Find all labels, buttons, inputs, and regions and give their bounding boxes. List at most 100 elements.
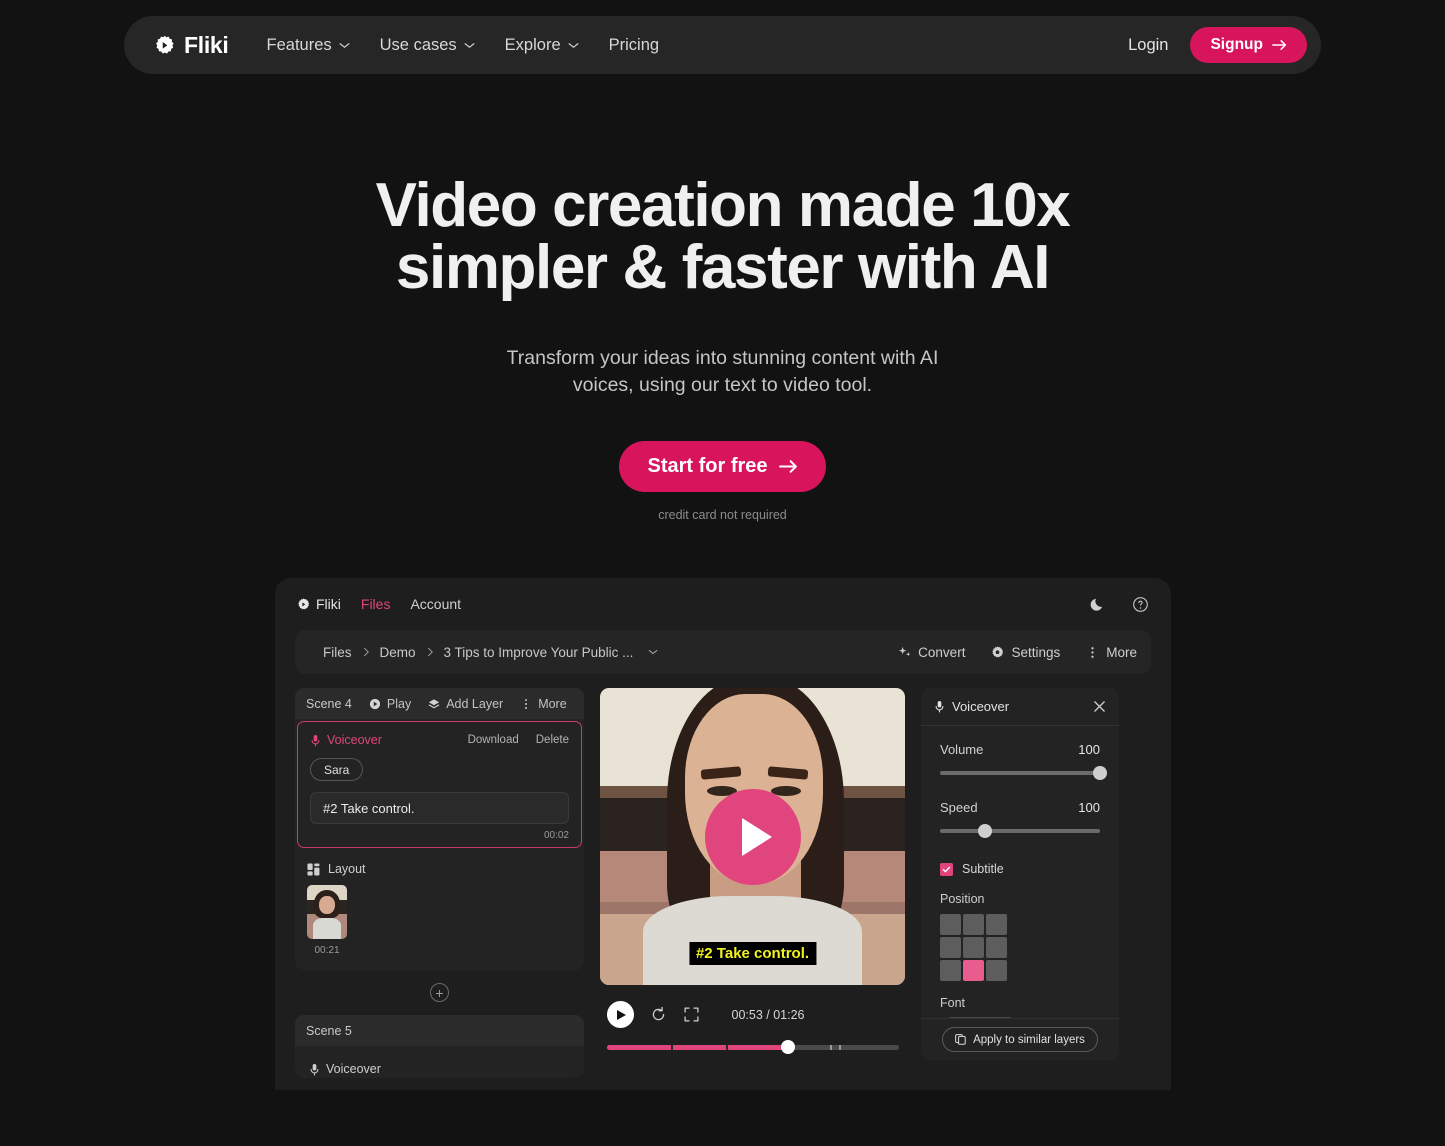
speed-slider-handle[interactable] — [977, 824, 992, 838]
scene-5-voiceover-layer: Voiceover — [297, 1048, 582, 1076]
chevron-down-icon[interactable] — [644, 649, 658, 655]
breadcrumb-item-current[interactable]: 3 Tips to Improve Your Public ... — [444, 645, 634, 660]
scene-4-title: Scene 4 — [306, 696, 352, 711]
subtitle-label: Subtitle — [962, 862, 1004, 876]
speed-value: 100 — [1078, 800, 1100, 815]
hero-title-line2: simpler & faster with AI — [395, 233, 1051, 302]
video-seek-bar[interactable] — [606, 1040, 899, 1054]
seek-handle[interactable] — [780, 1040, 795, 1054]
chevron-down-icon — [464, 42, 475, 49]
position-cell-bottom-left[interactable] — [940, 960, 961, 981]
signup-button[interactable]: Signup — [1190, 27, 1307, 63]
toolbar-actions: Convert Settings More — [898, 645, 1137, 660]
chevron-right-icon — [363, 647, 369, 657]
settings-button[interactable]: Settings — [991, 645, 1060, 660]
breadcrumb-item-demo[interactable]: Demo — [380, 645, 416, 660]
layers-icon — [428, 698, 440, 710]
login-link[interactable]: Login — [1128, 36, 1168, 55]
page-title: Video creation made 10x simpler & faster… — [0, 175, 1445, 299]
tab-account[interactable]: Account — [410, 596, 461, 612]
nav-item-explore[interactable]: Explore — [505, 36, 579, 55]
breadcrumb-item-files[interactable]: Files — [323, 645, 352, 660]
seek-marker — [726, 1045, 729, 1050]
add-layer-button[interactable]: Add Layer — [428, 697, 503, 711]
landing-page: Fliki Features Use cases Explore Pricing… — [0, 0, 1445, 1146]
arrow-right-icon — [778, 459, 798, 474]
more-button[interactable]: More — [1086, 645, 1137, 660]
volume-label: Volume — [940, 742, 984, 757]
subtitle-checkbox[interactable] — [940, 862, 953, 876]
position-cell-top-right[interactable] — [986, 914, 1007, 935]
scene-play-label: Play — [386, 696, 412, 711]
voiceover-delete-button[interactable]: Delete — [536, 734, 569, 746]
cta-note: credit card not required — [658, 508, 787, 523]
play-icon — [617, 1009, 626, 1020]
microphone-icon — [310, 734, 321, 747]
scene-4-header: Scene 4 Play Add Layer More — [295, 688, 584, 719]
apply-to-similar-layers-button[interactable]: Apply to similar layers — [942, 1027, 1098, 1052]
position-cell-middle-center[interactable] — [963, 937, 984, 958]
nav-item-use-cases[interactable]: Use cases — [380, 36, 475, 55]
voiceover-download-button[interactable]: Download — [468, 734, 519, 746]
position-cell-middle-left[interactable] — [940, 937, 961, 958]
add-layer-label: Add Layer — [446, 696, 504, 711]
question-circle-icon[interactable] — [1132, 596, 1149, 613]
plus-circle-icon[interactable]: + — [430, 983, 449, 1002]
player-play-button[interactable] — [606, 1001, 634, 1028]
panel-title: Voiceover — [934, 699, 1009, 714]
app-brand[interactable]: Fliki — [297, 596, 341, 612]
nav-item-pricing[interactable]: Pricing — [609, 36, 659, 55]
hero-title-line1: Video creation made 10x — [375, 171, 1071, 240]
voiceover-actions: Download Delete — [468, 734, 569, 746]
nav-links: Features Use cases Explore Pricing — [267, 36, 660, 55]
start-for-free-button[interactable]: Start for free — [619, 441, 826, 493]
breadcrumb-toolbar: Files Demo 3 Tips to Improve Your Public… — [295, 630, 1151, 674]
scene-play-button[interactable]: Play — [369, 697, 411, 711]
voiceover-layer-title: Voiceover — [310, 733, 382, 747]
app-body: Scene 4 Play Add Layer More Voiceover Do… — [275, 674, 1171, 1078]
video-frame[interactable]: #2 Take control. — [600, 688, 905, 985]
voiceover-label: Voiceover — [327, 733, 382, 747]
position-cell-bottom-center[interactable] — [963, 960, 984, 981]
position-grid — [940, 914, 1100, 981]
seek-marker — [670, 1045, 673, 1050]
video-play-overlay-button[interactable] — [704, 788, 801, 885]
position-cell-middle-right[interactable] — [986, 937, 1007, 958]
fullscreen-icon[interactable] — [683, 1006, 700, 1023]
voiceover-text-input[interactable]: #2 Take control. — [310, 792, 569, 824]
scene-card-4: Scene 4 Play Add Layer More Voiceover Do… — [295, 688, 584, 970]
nav-item-features[interactable]: Features — [267, 36, 350, 55]
panel-header: Voiceover — [921, 688, 1119, 726]
voice-name-chip[interactable]: Sara — [310, 758, 364, 781]
more-label: More — [1106, 644, 1137, 660]
video-preview-panel: #2 Take control. 00:53 / 01:26 — [600, 688, 905, 1078]
nav-actions: Login Signup — [1128, 27, 1307, 63]
brand-logo-link[interactable]: Fliki — [154, 32, 229, 59]
close-icon[interactable] — [1093, 700, 1106, 713]
voiceover-layer-header: Voiceover Download Delete — [310, 733, 569, 747]
restart-icon[interactable] — [650, 1006, 667, 1023]
volume-row: Volume 100 — [940, 742, 1100, 757]
top-navbar: Fliki Features Use cases Explore Pricing… — [124, 16, 1321, 74]
position-cell-top-left[interactable] — [940, 914, 961, 935]
scene-more-button[interactable]: More — [520, 697, 567, 711]
moon-icon[interactable] — [1089, 596, 1106, 613]
nav-item-explore-label: Explore — [504, 35, 561, 54]
panel-footer: Apply to similar layers — [921, 1018, 1119, 1060]
position-cell-bottom-right[interactable] — [986, 960, 1007, 981]
convert-label: Convert — [918, 644, 966, 660]
speed-slider[interactable] — [940, 824, 1100, 838]
convert-button[interactable]: Convert — [898, 645, 965, 660]
font-label: Font — [940, 996, 966, 1010]
tab-files[interactable]: Files — [361, 596, 391, 612]
scene-5-title: Scene 5 — [306, 1023, 352, 1038]
position-cell-top-center[interactable] — [963, 914, 984, 935]
hero-subtitle-line2: voices, using our text to video tool. — [572, 373, 873, 396]
volume-slider-handle[interactable] — [1093, 766, 1107, 780]
scene-card-5: Scene 5 Voiceover — [295, 1015, 584, 1078]
layout-thumbnail[interactable] — [307, 885, 347, 939]
volume-slider[interactable] — [940, 766, 1107, 780]
seek-fill — [606, 1045, 788, 1050]
volume-slider-track — [940, 771, 1100, 775]
scene-5-header: Scene 5 — [295, 1015, 584, 1046]
